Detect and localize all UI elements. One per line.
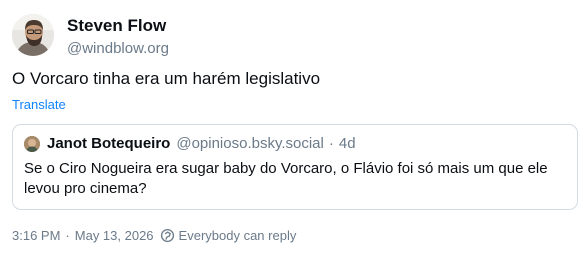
author-handle[interactable]: @windblow.org [67, 39, 169, 59]
quote-author-handle[interactable]: @opinioso.bsky.social [176, 135, 324, 152]
post: Steven Flow @windblow.org O Vorcaro tinh… [0, 0, 588, 253]
quote-avatar[interactable] [24, 135, 40, 152]
globe-reply-icon[interactable] [160, 228, 175, 243]
author-display-name[interactable]: Steven Flow [67, 16, 169, 36]
quoted-post[interactable]: Janot Botequeiro @opinioso.bsky.social ·… [12, 124, 578, 210]
post-meta: 3:16 PM · May 13, 2026 Everybody can rep… [12, 228, 296, 243]
translate-link[interactable]: Translate [12, 97, 66, 112]
avatar[interactable] [12, 14, 54, 56]
post-author[interactable]: Steven Flow @windblow.org [12, 14, 169, 59]
reply-setting[interactable]: Everybody can reply [179, 228, 297, 243]
quote-header: Janot Botequeiro @opinioso.bsky.social ·… [24, 135, 356, 152]
quote-author-name[interactable]: Janot Botequeiro [47, 135, 170, 152]
quote-separator: · [328, 135, 334, 152]
quote-timestamp[interactable]: 4d [339, 135, 356, 152]
author-text: Steven Flow @windblow.org [67, 16, 169, 59]
post-date: May 13, 2026 [74, 228, 154, 243]
quote-text: Se o Ciro Nogueira era sugar baby do Vor… [24, 160, 548, 197]
post-time: 3:16 PM [12, 228, 61, 243]
post-text: O Vorcaro tinha era um harém legislativo [12, 69, 321, 88]
meta-separator: · [65, 228, 70, 243]
